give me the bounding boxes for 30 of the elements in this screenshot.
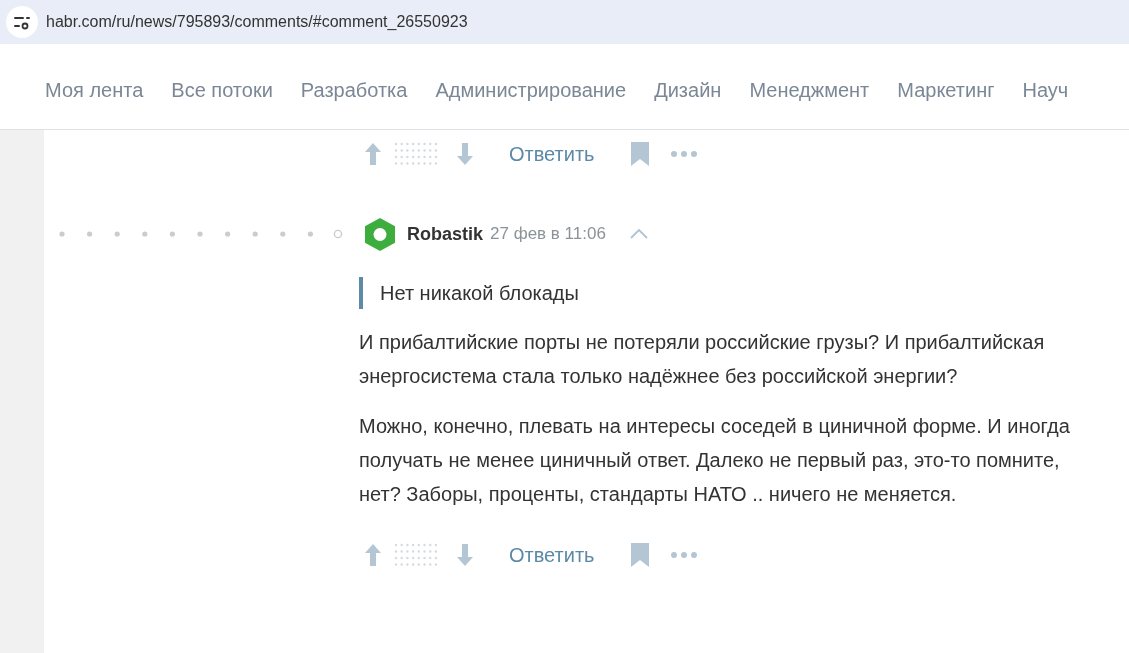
score-placeholder-icon [393,542,439,568]
more-icon[interactable] [670,552,697,558]
upvote-icon[interactable] [365,143,381,165]
quote: Нет никакой блокады [359,277,1099,309]
downvote-icon[interactable] [457,544,473,566]
nav-link[interactable]: Администрирование [435,79,627,102]
nav-link[interactable]: Все потоки [171,79,273,102]
more-icon[interactable] [670,151,697,157]
site-settings-icon[interactable] [6,6,38,38]
reply-link[interactable]: Ответить [509,142,595,166]
bookmark-icon[interactable] [630,543,649,567]
score-placeholder-icon [393,141,439,167]
comment-time[interactable]: 27 фев в 11:06 [490,224,606,244]
comment-paragraph: Можно, конечно, плевать на интересы соседей в циничной форме. И иногда получать не менее циничный ответ. Далеко не первый раз, это-то помните, нет? Заборы, проценты, стандарты НАТО .. ничего не меняется. [359,414,1071,507]
chevron-up-icon[interactable] [629,229,648,239]
downvote-icon[interactable] [457,143,473,165]
nav-link[interactable]: Разработка [300,79,408,102]
author-name[interactable]: Robastik [407,223,484,245]
reply-link[interactable]: Ответить [509,543,595,567]
upvote-icon[interactable] [365,544,381,566]
nav-link[interactable]: Менеджмент [749,79,870,102]
address-bar[interactable]: habr.com/ru/news/795893/comments/#comment_26550923 [0,0,1129,44]
bookmark-icon[interactable] [630,142,649,166]
url-text: habr.com/ru/news/795893/comments/#comment_26550923 [46,13,468,31]
comment-paragraph: И прибалтийские порты не потеряли российские грузы? И прибалтийская энергосистема стала только надёжнее без российской энергии? [359,330,1046,389]
nav-link[interactable]: Моя лента [45,79,144,102]
avatar-icon[interactable] [365,217,395,251]
nav-link[interactable]: Маркетинг [897,79,995,102]
nav-link[interactable]: Науч [1022,79,1069,102]
nav-link[interactable]: Дизайн [654,79,722,102]
